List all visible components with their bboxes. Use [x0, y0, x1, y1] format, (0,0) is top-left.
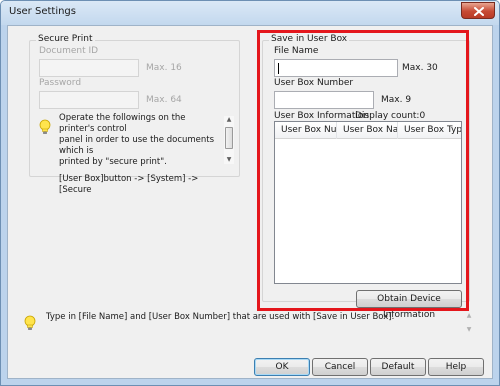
lightbulb-icon: [39, 119, 51, 134]
secure-print-info-line-3: printed by "secure print".: [59, 157, 167, 167]
secure-print-info-line-2: panel in order to use the documents whic…: [59, 135, 215, 156]
default-button[interactable]: Default: [370, 358, 426, 376]
scroll-down-arrow[interactable]: ▼: [225, 156, 233, 164]
close-icon: [474, 7, 484, 16]
secure-print-info: Operate the followings on the printer's …: [59, 113, 221, 196]
password-field[interactable]: [39, 91, 139, 109]
title-bar: User Settings: [1, 1, 499, 25]
hint-text: Type in [File Name] and [User Box Number…: [46, 312, 395, 322]
secure-print-info-scrollbar[interactable]: ▲ ▼: [224, 116, 234, 164]
secure-print-info-line-4: [User Box]button -> [System] -> [Secure: [59, 174, 199, 195]
hint-scroll-down-arrow[interactable]: ▼: [465, 326, 473, 334]
password-max: Max. 64: [146, 95, 182, 105]
highlight-box: [257, 30, 469, 311]
user-settings-window: User Settings Secure Print Document ID M…: [0, 0, 500, 386]
window-title: User Settings: [9, 6, 76, 17]
hint-scroll-up-arrow[interactable]: ▲: [465, 312, 473, 320]
secure-print-group-label: Secure Print: [36, 34, 95, 44]
hint-lightbulb-icon: [24, 315, 36, 330]
document-id-label: Document ID: [39, 46, 99, 56]
scroll-up-arrow[interactable]: ▲: [225, 116, 233, 124]
secure-print-info-line-1: Operate the followings on the printer's …: [59, 113, 186, 134]
close-button[interactable]: [461, 2, 495, 19]
scroll-thumb[interactable]: [225, 127, 233, 149]
hint-scrollbar[interactable]: ▲ ▼: [464, 312, 474, 334]
ok-button[interactable]: OK: [254, 358, 310, 376]
help-button[interactable]: Help: [428, 358, 484, 376]
document-id-field[interactable]: [39, 59, 139, 77]
cancel-button[interactable]: Cancel: [312, 358, 368, 376]
password-label: Password: [39, 78, 82, 88]
document-id-max: Max. 16: [146, 63, 182, 73]
